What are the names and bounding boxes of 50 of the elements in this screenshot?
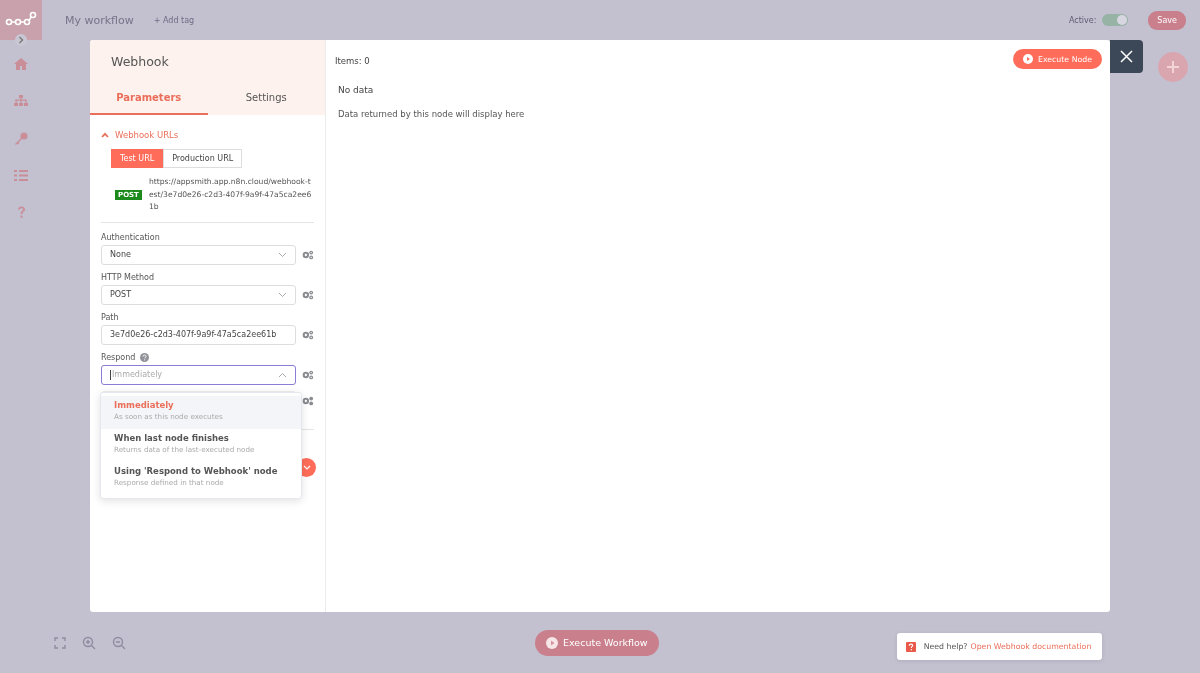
chevron-icon <box>278 371 288 378</box>
plus-icon <box>1166 60 1180 74</box>
home-icon[interactable] <box>14 58 28 70</box>
url-tab[interactable]: Test URL <box>111 149 164 168</box>
add-node-button[interactable] <box>1158 52 1188 82</box>
network-icon[interactable] <box>14 95 28 107</box>
gears-icon[interactable] <box>302 369 314 380</box>
field-label: HTTP Method <box>101 273 155 282</box>
gears-icon[interactable] <box>302 329 314 340</box>
empty-message: Data returned by this node will display here <box>338 109 526 119</box>
items-count: Items: 0 <box>335 55 370 66</box>
close-button[interactable] <box>1110 40 1143 73</box>
workflow-name[interactable]: My workflow <box>65 13 134 27</box>
list-icon[interactable] <box>14 170 28 181</box>
field-label: Path <box>101 313 119 322</box>
field-label: Authentication <box>101 233 160 242</box>
add-tag-link[interactable]: + Add tag <box>153 15 195 25</box>
execute-workflow-button[interactable]: Execute Workflow <box>535 629 659 656</box>
save-button[interactable]: Save <box>1148 10 1186 30</box>
zoom-out-icon[interactable] <box>112 635 126 650</box>
active-toggle[interactable] <box>1102 14 1129 26</box>
chevron-icon <box>101 132 109 138</box>
gears-icon[interactable] <box>302 249 314 260</box>
empty-title: No data <box>338 85 375 95</box>
logo-block[interactable] <box>0 0 42 40</box>
node-title: Webhook <box>110 53 170 71</box>
select-field[interactable]: Immediately <box>101 364 297 385</box>
play-icon <box>546 636 558 649</box>
input-field[interactable]: 3e7d0e26-c2d3-407f-9a9f-47a5ca2ee61b <box>101 324 297 345</box>
tab[interactable]: Parameters <box>90 84 208 115</box>
help-icon[interactable] <box>16 206 26 219</box>
webhook-urls-toggle[interactable]: Webhook URLs <box>101 130 179 140</box>
select-field[interactable]: None <box>101 244 297 265</box>
gears-icon[interactable] <box>302 395 314 406</box>
url-tab[interactable]: Production URL <box>163 149 243 168</box>
key-icon[interactable] <box>14 132 28 145</box>
play-icon <box>1023 54 1033 64</box>
chevron-icon <box>278 291 288 298</box>
gears-icon[interactable] <box>302 289 314 300</box>
tab[interactable]: Settings <box>207 84 325 115</box>
active-label: Active: <box>1068 15 1097 25</box>
chevron-icon <box>302 464 311 470</box>
close-icon <box>1120 50 1133 63</box>
question-icon <box>905 641 916 652</box>
help-icon[interactable] <box>140 353 150 362</box>
chevron-icon <box>278 251 288 258</box>
fit-view-icon[interactable] <box>54 636 66 649</box>
field-label: Respond <box>101 353 136 362</box>
select-field[interactable]: POST <box>101 284 297 305</box>
zoom-in-icon[interactable] <box>82 635 96 650</box>
